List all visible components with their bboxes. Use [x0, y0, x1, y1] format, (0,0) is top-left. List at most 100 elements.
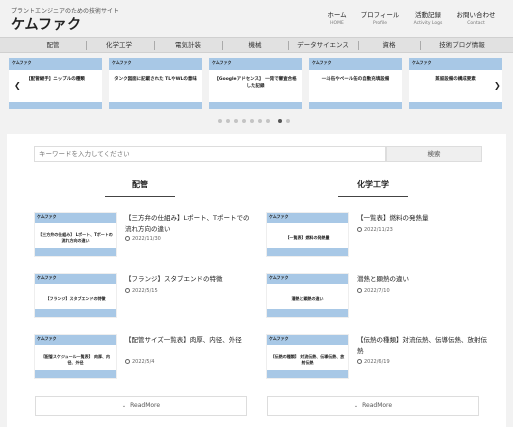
slide-brand: ケムファク [412, 60, 432, 65]
category-divider [420, 41, 421, 50]
carousel-dot-active[interactable] [278, 119, 282, 123]
search-input[interactable] [34, 146, 386, 162]
post-date: 2022/5/4 [125, 359, 154, 365]
readmore-label: ReadMore [362, 402, 393, 409]
thumb-brand: ケムファク [37, 275, 57, 280]
carousel-dot[interactable] [234, 119, 238, 123]
category-item[interactable]: 化学工学 [88, 38, 150, 52]
post-title[interactable]: 【フランジ】スタブエンドの特徴 [125, 274, 255, 285]
carousel-slide[interactable]: ケムファク タンク図面に記載された TLやWLの意味 [109, 58, 202, 109]
site-header: プラントエンジニアのための技術サイト ケムファク ホーム HOME プロフィール… [0, 0, 513, 37]
post-thumbnail[interactable]: ケムファク 【三方弁の仕組み】 Lポート、Tポートの流れ方向の違い [34, 212, 117, 257]
carousel-dot[interactable] [258, 119, 262, 123]
slide-band-bottom [209, 102, 302, 109]
category-bar: 配管 化学工学 電気計装 機械 データサイエンス 資格 技術ブログ情報 [0, 37, 513, 53]
carousel-slide[interactable]: ケムファク 【配管継手】ニップルの種類 [9, 58, 102, 109]
post-title[interactable]: 潜熱と顕熱の違い [357, 274, 487, 285]
carousel-dot[interactable] [266, 119, 270, 123]
clock-icon [125, 359, 130, 364]
category-item[interactable]: データサイエンス [290, 38, 356, 52]
column-title-piping[interactable]: 配管 [105, 179, 175, 190]
category-item[interactable]: 配管 [22, 38, 84, 52]
category-item[interactable]: 電気計装 [156, 38, 220, 52]
clock-icon [125, 288, 130, 293]
thumb-brand: ケムファク [269, 336, 289, 341]
post-card[interactable]: ケムファク 潜熱と顕熱の違い 潜熱と顕熱の違い 2022/7/10 [266, 273, 486, 319]
carousel-slide[interactable]: ケムファク 蒸留設備の構成要素 [409, 58, 502, 109]
thumb-title: 【配管スケジュール一覧表】 肉厚、内径、外径 [40, 354, 111, 365]
post-card[interactable]: ケムファク 【フランジ】スタブエンドの特徴 【フランジ】スタブエンドの特徴 20… [34, 273, 254, 319]
category-divider [358, 41, 359, 50]
post-thumbnail[interactable]: ケムファク 【フランジ】スタブエンドの特徴 [34, 273, 117, 318]
carousel-dot[interactable] [218, 119, 222, 123]
post-date-text: 2022/5/15 [132, 288, 158, 294]
thumb-band-bottom [267, 370, 348, 378]
slide-band-bottom [109, 102, 202, 109]
thumb-title: 潜熱と顕熱の違い [291, 296, 324, 301]
post-date-text: 2022/11/23 [364, 227, 393, 233]
post-date-text: 2022/6/19 [364, 359, 390, 365]
post-date-text: 2022/11/30 [132, 236, 161, 242]
post-card[interactable]: ケムファク 【伝熱の種類】 対流伝熱、伝導伝熱、放射伝熱 【伝熱の種類】対流伝熱… [266, 334, 487, 380]
carousel-slide[interactable]: ケムファク 一斗缶やペール缶の自動充填設備 [309, 58, 402, 109]
carousel-dot[interactable] [242, 119, 246, 123]
post-title[interactable]: 【伝熱の種類】対流伝熱、伝導伝熱、放射伝熱 [357, 335, 487, 357]
clock-icon [357, 359, 362, 364]
thumb-band-bottom [35, 248, 116, 256]
carousel-dot[interactable] [250, 119, 254, 123]
post-title[interactable]: 【三方弁の仕組み】Lポート、Tポートでの流れ方向の違い [125, 213, 255, 235]
post-card[interactable]: ケムファク 【配管スケジュール一覧表】 肉厚、内径、外径 【配管サイズ一覧表】肉… [34, 334, 254, 380]
carousel-slide[interactable]: ケムファク 【Googleアドセンス】 一発で審査合格した記録 [209, 58, 302, 109]
post-thumbnail[interactable]: ケムファク 【伝熱の種類】 対流伝熱、伝導伝熱、放射伝熱 [266, 334, 349, 379]
slide-title: 【配管継手】ニップルの種類 [26, 77, 85, 82]
clock-icon [357, 288, 362, 293]
chevron-right-icon[interactable]: ❯ [494, 81, 501, 90]
post-thumbnail[interactable]: ケムファク 【一覧表】燃料の発熱量 [266, 212, 349, 257]
thumb-brand: ケムファク [37, 336, 57, 341]
clock-icon [357, 227, 362, 232]
slide-title: 蒸留設備の構成要素 [435, 77, 476, 82]
readmore-button-piping[interactable]: ⌄ ReadMore [35, 396, 247, 416]
featured-carousel: ケムファク 【配管継手】ニップルの種類 ケムファク タンク図面に記載された TL… [0, 58, 513, 123]
thumb-title: 【一覧表】燃料の発熱量 [285, 235, 330, 240]
post-card[interactable]: ケムファク 【三方弁の仕組み】 Lポート、Tポートの流れ方向の違い 【三方弁の仕… [34, 212, 254, 258]
readmore-label: ReadMore [130, 402, 161, 409]
slide-title: 【Googleアドセンス】 一発で審査合格した記録 [214, 77, 297, 89]
thumb-band-bottom [35, 309, 116, 317]
chevron-down-icon: ⌄ [121, 403, 127, 409]
nav-contact-sub: Contact [467, 21, 485, 26]
slide-band-bottom [409, 102, 502, 109]
post-card[interactable]: ケムファク 【一覧表】燃料の発熱量 【一覧表】燃料の発熱量 2022/11/23 [266, 212, 486, 258]
readmore-button-chemical-engineering[interactable]: ⌄ ReadMore [267, 396, 479, 416]
post-date-text: 2022/7/10 [364, 288, 390, 294]
category-item[interactable]: 技術ブログ情報 [422, 38, 502, 52]
thumb-title: 【伝熱の種類】 対流伝熱、伝導伝熱、放射伝熱 [270, 354, 345, 365]
carousel-dots [0, 119, 513, 124]
carousel-dot[interactable] [286, 119, 290, 123]
post-thumbnail[interactable]: ケムファク 潜熱と顕熱の違い [266, 273, 349, 318]
slide-title: 一斗缶やペール缶の自動充填設備 [321, 77, 390, 82]
category-item[interactable]: 資格 [360, 38, 418, 52]
category-divider [86, 41, 87, 50]
chevron-left-icon[interactable]: ❮ [14, 81, 21, 90]
thumb-band-bottom [267, 309, 348, 317]
slide-brand: ケムファク [212, 60, 232, 65]
post-date: 2022/11/23 [357, 227, 393, 233]
slide-band-bottom [9, 102, 102, 109]
column-title-chemical-engineering[interactable]: 化学工学 [338, 179, 408, 190]
post-title[interactable]: 【配管サイズ一覧表】肉厚、内径、外径 [125, 335, 255, 346]
carousel-dot[interactable] [226, 119, 230, 123]
top-nav: ホーム HOME プロフィール Profile 活動記録 Activity Lo… [0, 9, 513, 29]
thumb-brand: ケムファク [37, 214, 57, 219]
main-panel: 検索 配管 ケムファク 【三方弁の仕組み】 Lポート、Tポートの流れ方向の違い … [7, 134, 506, 427]
post-thumbnail[interactable]: ケムファク 【配管スケジュール一覧表】 肉厚、内径、外径 [34, 334, 117, 379]
search-button[interactable]: 検索 [386, 146, 482, 162]
post-title[interactable]: 【一覧表】燃料の発熱量 [357, 213, 487, 224]
category-item[interactable]: 機械 [224, 38, 286, 52]
nav-contact[interactable]: お問い合わせ Contact [446, 9, 506, 26]
post-date-text: 2022/5/4 [132, 359, 155, 365]
thumb-title: 【フランジ】スタブエンドの特徴 [45, 296, 106, 301]
clock-icon [125, 236, 130, 241]
category-divider [222, 41, 223, 50]
slide-brand: ケムファク [12, 60, 32, 65]
